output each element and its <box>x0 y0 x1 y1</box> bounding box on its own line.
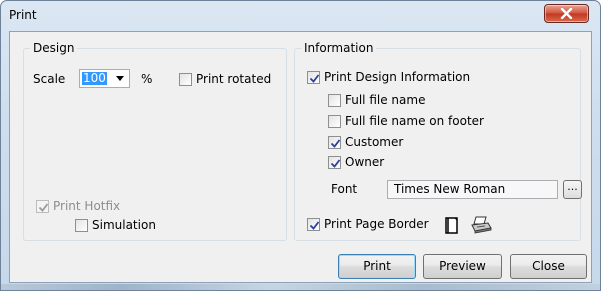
page-icon[interactable] <box>445 217 459 234</box>
print-design-information-label: Print Design Information <box>324 70 471 84</box>
close-button[interactable]: Close <box>510 254 587 279</box>
simulation-label: Simulation <box>92 218 156 232</box>
print-rotated-checkbox[interactable] <box>179 73 192 86</box>
preview-button[interactable]: Preview <box>423 254 502 279</box>
print-design-information-checkbox[interactable] <box>307 71 320 84</box>
print-rotated-label: Print rotated <box>196 72 272 86</box>
owner-checkbox[interactable] <box>328 156 341 169</box>
dialog-body: Design Scale 100 % Print rotated Print H… <box>9 31 592 283</box>
print-page-border-checkbox[interactable] <box>307 218 320 231</box>
print-hotfix-checkbox[interactable] <box>36 200 49 213</box>
check-icon <box>309 221 320 230</box>
chevron-down-icon <box>116 76 124 81</box>
printer-icon[interactable] <box>470 215 492 235</box>
percent-label: % <box>141 72 153 86</box>
check-icon <box>38 203 49 212</box>
full-file-name-on-footer-label: Full file name on footer <box>345 114 484 128</box>
scale-value: 100 <box>82 71 107 85</box>
check-icon <box>330 139 341 148</box>
window-close-button[interactable] <box>544 4 589 23</box>
simulation-checkbox[interactable] <box>75 219 88 232</box>
customer-label: Customer <box>345 135 404 149</box>
design-legend: Design <box>30 41 78 55</box>
design-group: Design Scale 100 % Print rotated Print H… <box>23 41 287 241</box>
check-icon <box>330 159 341 168</box>
full-file-name-checkbox[interactable] <box>328 94 341 107</box>
font-field[interactable]: Times New Roman <box>387 180 558 199</box>
print-page-border-label: Print Page Border <box>324 217 429 231</box>
information-legend: Information <box>301 41 377 55</box>
window-title: Print <box>9 8 37 22</box>
window-bottom-border <box>1 284 600 290</box>
information-group: Information Print Design Information Ful… <box>294 41 582 241</box>
scale-label: Scale <box>33 72 66 86</box>
print-dialog: Print Design Scale 100 % Print rotated P… <box>0 0 601 291</box>
font-browse-button[interactable]: ... <box>563 180 582 199</box>
close-icon <box>560 8 573 19</box>
full-file-name-label: Full file name <box>345 93 426 107</box>
title-bar: Print <box>1 1 600 31</box>
full-file-name-on-footer-checkbox[interactable] <box>328 115 341 128</box>
print-button[interactable]: Print <box>338 254 416 279</box>
customer-checkbox[interactable] <box>328 136 341 149</box>
check-icon <box>309 74 320 83</box>
font-label: Font <box>331 182 358 196</box>
print-hotfix-label: Print Hotfix <box>53 199 121 213</box>
scale-combobox[interactable]: 100 <box>79 69 130 88</box>
owner-label: Owner <box>345 155 385 169</box>
